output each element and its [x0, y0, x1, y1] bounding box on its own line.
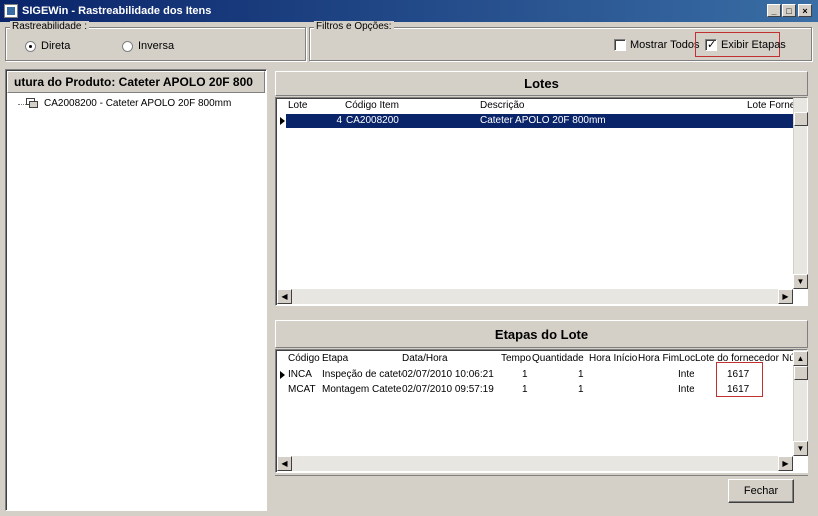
etapa-loc-cell: Inte — [678, 384, 694, 395]
maximize-button[interactable]: □ — [782, 4, 796, 17]
etapas-col-datahora[interactable]: Data/Hora — [402, 353, 448, 364]
etapas-hscrollbar[interactable] — [277, 456, 793, 471]
etapas-row-indicator — [279, 371, 286, 380]
lotes-vscroll-thumb[interactable] — [794, 112, 808, 126]
etapas-col-codigo[interactable]: Código — [288, 353, 320, 364]
etapas-col-hora-fim[interactable]: Hora Fim — [638, 353, 679, 364]
highlight-box-lote-fornecedor — [716, 362, 763, 397]
lotes-scroll-left-icon[interactable]: ◀ — [277, 289, 292, 304]
etapas-col-loc[interactable]: Loc — [679, 353, 695, 364]
lotes-vscrollbar[interactable] — [793, 98, 807, 288]
mostrar-todos-label: Mostrar Todos — [630, 39, 700, 51]
exibir-etapas-checkbox[interactable]: Exibir Etapas — [705, 38, 786, 51]
etapas-scroll-down-icon[interactable]: ▼ — [793, 441, 808, 456]
exibir-etapas-label: Exibir Etapas — [721, 39, 786, 51]
close-button[interactable]: × — [798, 4, 812, 17]
radio-direta-label: Direta — [41, 40, 71, 52]
etapa-tempo-cell: 1 — [522, 369, 528, 380]
footer-divider — [275, 475, 808, 476]
etapa-nome-cell: Montagem Cateter — [322, 384, 402, 395]
etapas-scroll-right-icon[interactable]: ▶ — [778, 456, 793, 471]
etapa-quantidade-cell: 1 — [578, 384, 584, 395]
etapa-tempo-cell: 1 — [522, 384, 528, 395]
lotes-grid — [275, 97, 808, 306]
descricao-cell: Cateter APOLO 20F 800mm — [480, 115, 606, 126]
estrutura-header: utura do Produto: Cateter APOLO 20F 800 — [7, 71, 265, 93]
radio-inversa[interactable]: Inversa — [122, 40, 174, 52]
etapas-col-etapa[interactable]: Etapa — [322, 353, 348, 364]
tree-node-icon — [26, 98, 39, 109]
lotes-col-lote[interactable]: Lote — [288, 100, 307, 111]
radio-inversa-indicator[interactable] — [122, 40, 133, 52]
etapas-col-quantidade[interactable]: Quantidade — [532, 353, 584, 364]
etapa-nome-cell: Inspeção de catete — [322, 369, 402, 380]
table-row[interactable]: 4 CA2008200 Cateter APOLO 20F 800mm — [286, 114, 793, 128]
codigo-cell: CA2008200 — [346, 115, 399, 126]
etapas-scroll-up-icon[interactable]: ▲ — [793, 351, 808, 366]
etapas-title: Etapas do Lote — [275, 320, 808, 348]
app-icon — [4, 4, 18, 18]
exibir-etapas-box[interactable] — [705, 38, 717, 51]
radio-direta-indicator[interactable] — [25, 40, 36, 52]
etapas-col-tempo[interactable]: Tempo — [501, 353, 531, 364]
etapa-loc-cell: Inte — [678, 369, 694, 380]
filtros-label: Filtros e Opções: — [314, 21, 394, 32]
rastreabilidade-label: Rastreabilidade : — [10, 21, 90, 32]
row-indicator — [279, 117, 286, 126]
lotes-title: Lotes — [275, 71, 808, 96]
mostrar-todos-box[interactable] — [614, 39, 626, 51]
lote-cell: 4 — [336, 115, 342, 126]
etapas-col-hora-inicio[interactable]: Hora Início — [589, 353, 637, 364]
estrutura-panel — [5, 69, 267, 511]
lotes-hscrollbar[interactable] — [277, 289, 793, 304]
tree-item-produto[interactable]: CA2008200 - Cateter APOLO 20F 800mm — [44, 98, 231, 109]
lotes-col-codigo[interactable]: Código Item — [345, 100, 399, 111]
etapa-codigo-cell: MCAT — [288, 384, 316, 395]
title-bar: SIGEWin - Rastreabilidade dos Itens _ □ … — [0, 0, 818, 22]
etapas-scroll-left-icon[interactable]: ◀ — [277, 456, 292, 471]
mostrar-todos-checkbox[interactable]: Mostrar Todos — [614, 39, 700, 51]
radio-inversa-label: Inversa — [138, 40, 175, 52]
lotes-col-lote-fornec[interactable]: Lote Fornec — [747, 100, 793, 111]
etapa-datahora-cell: 02/07/2010 10:06:21 — [402, 369, 494, 380]
lotes-scroll-right-icon[interactable]: ▶ — [778, 289, 793, 304]
etapa-datahora-cell: 02/07/2010 09:57:19 — [402, 384, 494, 395]
etapa-codigo-cell: INCA — [288, 369, 312, 380]
lotes-scroll-down-icon[interactable]: ▼ — [793, 274, 808, 289]
fechar-button[interactable]: Fechar — [728, 479, 794, 503]
etapa-quantidade-cell: 1 — [578, 369, 584, 380]
window-title: SIGEWin - Rastreabilidade dos Itens — [22, 5, 212, 17]
lotes-col-descricao[interactable]: Descrição — [480, 100, 524, 111]
tree-line — [18, 104, 26, 105]
minimize-button[interactable]: _ — [767, 4, 781, 17]
radio-direta[interactable]: Direta — [25, 40, 70, 52]
splitter[interactable] — [268, 69, 273, 511]
etapas-vscroll-thumb[interactable] — [794, 366, 808, 380]
